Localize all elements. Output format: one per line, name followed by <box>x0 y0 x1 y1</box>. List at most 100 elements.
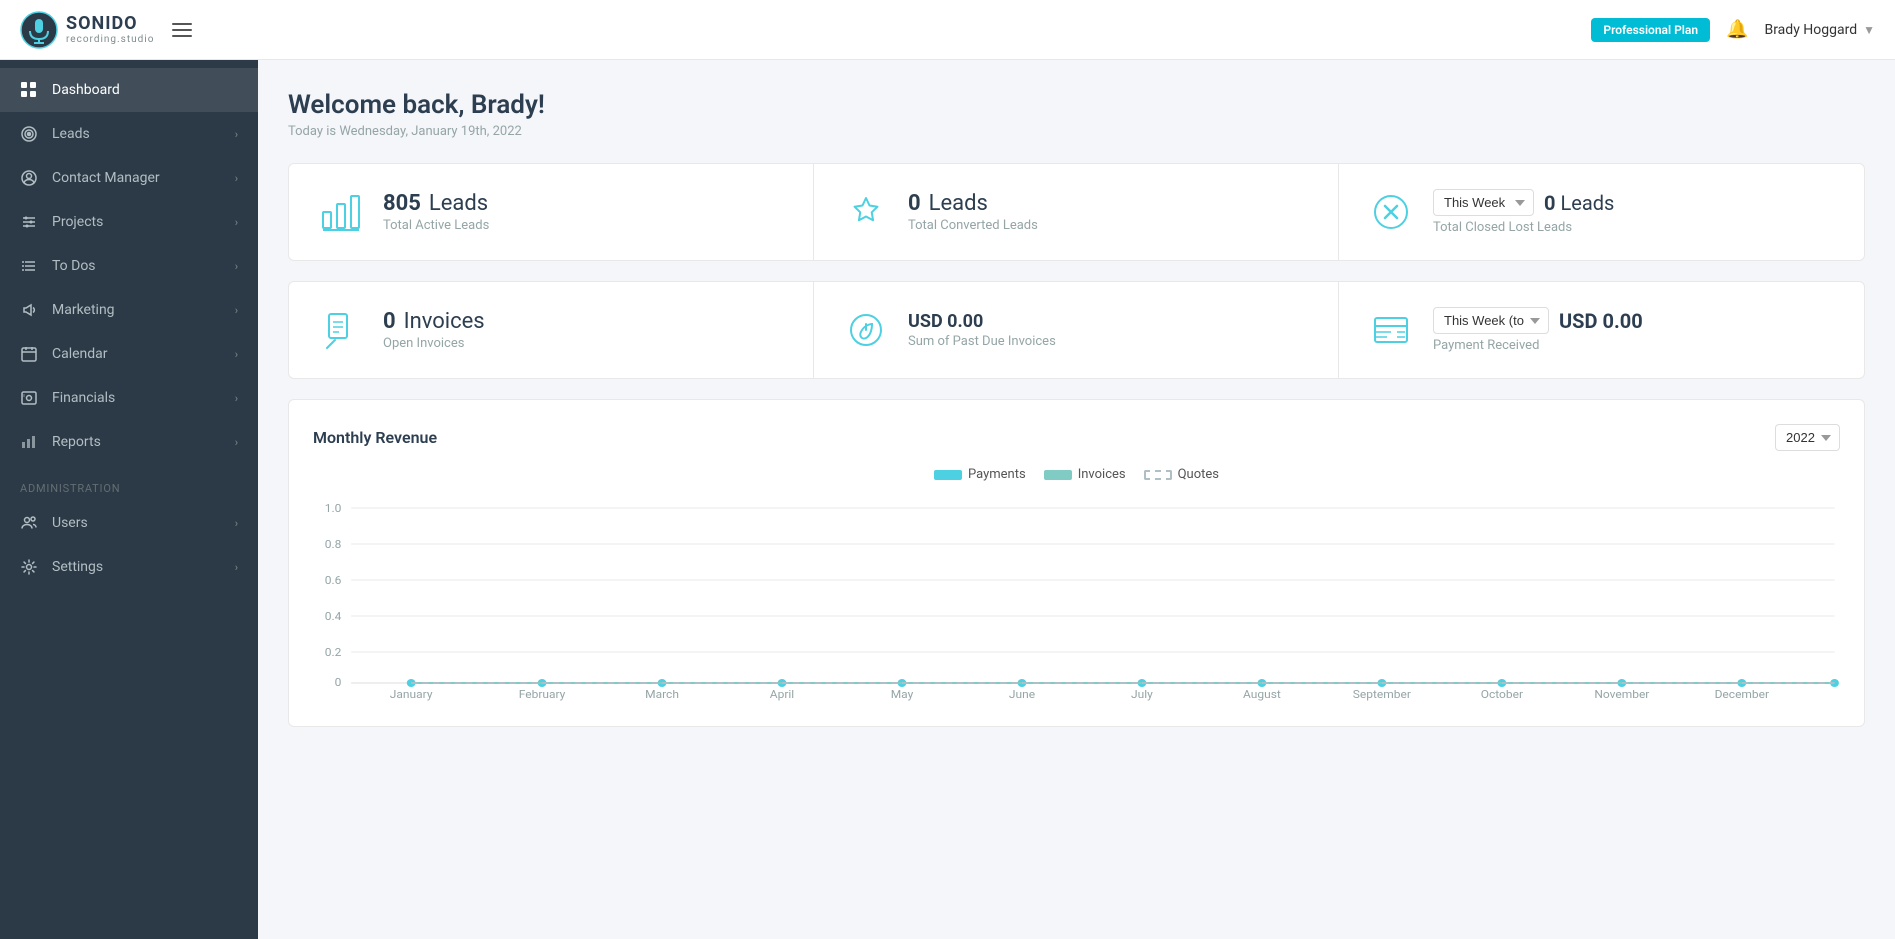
stats-row-1: 805 Leads Total Active Leads 0 Leads <box>288 163 1865 261</box>
welcome-subtitle: Today is Wednesday, January 19th, 2022 <box>288 124 1865 139</box>
chart-area: 1.0 0.8 0.6 0.4 0.2 0 <box>313 498 1840 702</box>
sliders-icon <box>20 213 38 231</box>
legend-quotes-color <box>1144 470 1172 480</box>
hamburger-menu[interactable] <box>168 19 196 41</box>
sidebar-item-label: Projects <box>52 214 103 230</box>
sidebar-item-label: Calendar <box>52 346 108 362</box>
logo-name: SONIDO <box>66 14 154 34</box>
sidebar-item-label: Marketing <box>52 302 115 318</box>
calendar-icon <box>20 345 38 363</box>
sidebar-item-label: Settings <box>52 559 103 575</box>
legend-payments-label: Payments <box>968 467 1026 482</box>
stat-card-open-invoices: 0 Invoices Open Invoices <box>289 282 814 378</box>
logo-icon <box>20 11 58 49</box>
closed-lost-label: Leads <box>1560 191 1614 215</box>
closed-lost-desc: Total Closed Lost Leads <box>1433 220 1614 235</box>
sidebar-item-settings[interactable]: Settings › <box>0 545 258 589</box>
sidebar-item-dashboard[interactable]: Dashboard <box>0 68 258 112</box>
sidebar-item-marketing[interactable]: Marketing › <box>0 288 258 332</box>
active-leads-label: Leads <box>429 191 488 216</box>
chevron-right-icon: › <box>235 561 238 574</box>
users-circle-icon <box>20 169 38 187</box>
chevron-right-icon: › <box>235 172 238 185</box>
sidebar-item-users[interactable]: Users › <box>0 501 258 545</box>
sidebar-item-leads[interactable]: Leads › <box>0 112 258 156</box>
sidebar-item-financials[interactable]: Financials › <box>0 376 258 420</box>
sidebar-item-label: Dashboard <box>52 82 120 98</box>
stats-row-2: 0 Invoices Open Invoices U <box>288 281 1865 379</box>
bar-chart-icon <box>20 433 38 451</box>
svg-text:June: June <box>1009 687 1035 700</box>
svg-text:July: July <box>1131 687 1153 700</box>
active-leads-desc: Total Active Leads <box>383 218 785 233</box>
main-content: Welcome back, Brady! Today is Wednesday,… <box>258 60 1895 939</box>
grid-icon <box>20 81 38 99</box>
revenue-card: Monthly Revenue 2022 2021 2020 Payments … <box>288 399 1865 727</box>
users-icon <box>20 514 38 532</box>
legend-payments: Payments <box>934 467 1026 482</box>
open-invoices-icon <box>317 306 365 354</box>
svg-text:October: October <box>1481 687 1523 700</box>
svg-text:November: November <box>1594 687 1649 700</box>
closed-lost-period-select[interactable]: This Week This Month This Year All Time <box>1433 189 1534 216</box>
sidebar-nav: Dashboard Leads › Contac <box>0 60 258 939</box>
sidebar-item-calendar[interactable]: Calendar › <box>0 332 258 376</box>
active-leads-number: 805 <box>383 191 421 216</box>
target-icon <box>20 125 38 143</box>
chevron-right-icon: › <box>235 216 238 229</box>
revenue-title: Monthly Revenue <box>313 428 437 447</box>
user-info[interactable]: Brady Hoggard ▼ <box>1764 22 1875 38</box>
past-due-number: USD 0.00 <box>908 311 983 332</box>
sidebar-item-reports[interactable]: Reports › <box>0 420 258 464</box>
gear-icon <box>20 558 38 576</box>
legend-quotes-label: Quotes <box>1178 467 1219 482</box>
open-invoices-desc: Open Invoices <box>383 336 785 351</box>
converted-leads-desc: Total Converted Leads <box>908 218 1310 233</box>
megaphone-icon <box>20 301 38 319</box>
converted-leads-icon <box>842 188 890 236</box>
closed-lost-icon <box>1367 188 1415 236</box>
svg-text:0.2: 0.2 <box>325 645 342 658</box>
chevron-right-icon: › <box>235 304 238 317</box>
svg-text:February: February <box>519 687 566 700</box>
legend-payments-color <box>934 470 962 480</box>
svg-text:March: March <box>645 687 679 700</box>
svg-text:April: April <box>770 687 794 700</box>
svg-text:0.8: 0.8 <box>325 537 342 550</box>
revenue-period-select[interactable]: 2022 2021 2020 <box>1775 424 1840 451</box>
stat-card-past-due: USD 0.00 Sum of Past Due Invoices <box>814 282 1339 378</box>
active-leads-icon <box>317 188 365 236</box>
payment-received-value: USD 0.00 <box>1559 309 1643 333</box>
stat-card-active-leads: 805 Leads Total Active Leads <box>289 164 814 260</box>
financials-icon <box>20 389 38 407</box>
sidebar-item-todos[interactable]: To Dos › <box>0 244 258 288</box>
svg-text:1.0: 1.0 <box>325 501 342 514</box>
welcome-title: Welcome back, Brady! <box>288 90 1865 120</box>
chevron-right-icon: › <box>235 436 238 449</box>
revenue-chart: 1.0 0.8 0.6 0.4 0.2 0 <box>313 498 1840 698</box>
payment-period-select[interactable]: This Week (to This Month This Year <box>1433 307 1549 334</box>
stat-card-converted-leads: 0 Leads Total Converted Leads <box>814 164 1339 260</box>
sidebar-item-label: Leads <box>52 126 90 142</box>
chevron-right-icon: › <box>235 260 238 273</box>
svg-text:0.6: 0.6 <box>325 573 342 586</box>
bell-icon[interactable]: 🔔 <box>1726 19 1748 40</box>
legend-invoices-label: Invoices <box>1078 467 1126 482</box>
list-icon <box>20 257 38 275</box>
svg-text:January: January <box>390 687 433 700</box>
closed-lost-value: 0 Leads <box>1544 191 1614 215</box>
svg-text:September: September <box>1353 687 1411 700</box>
svg-text:0: 0 <box>335 675 342 688</box>
sidebar-item-projects[interactable]: Projects › <box>0 200 258 244</box>
closed-lost-number: 0 <box>1544 191 1555 215</box>
sidebar-item-label: Reports <box>52 434 101 450</box>
sidebar-item-contact-manager[interactable]: Contact Manager › <box>0 156 258 200</box>
payment-received-icon <box>1367 306 1415 354</box>
chart-legend: Payments Invoices Quotes <box>313 467 1840 482</box>
stat-card-closed-lost: This Week This Month This Year All Time … <box>1339 164 1864 260</box>
stat-card-payment-received: This Week (to This Month This Year USD 0… <box>1339 282 1864 378</box>
converted-leads-label: Leads <box>929 191 988 216</box>
top-header: SONIDO recording.studio Professional Pla… <box>0 0 1895 60</box>
past-due-icon <box>842 306 890 354</box>
user-name: Brady Hoggard <box>1764 22 1857 38</box>
